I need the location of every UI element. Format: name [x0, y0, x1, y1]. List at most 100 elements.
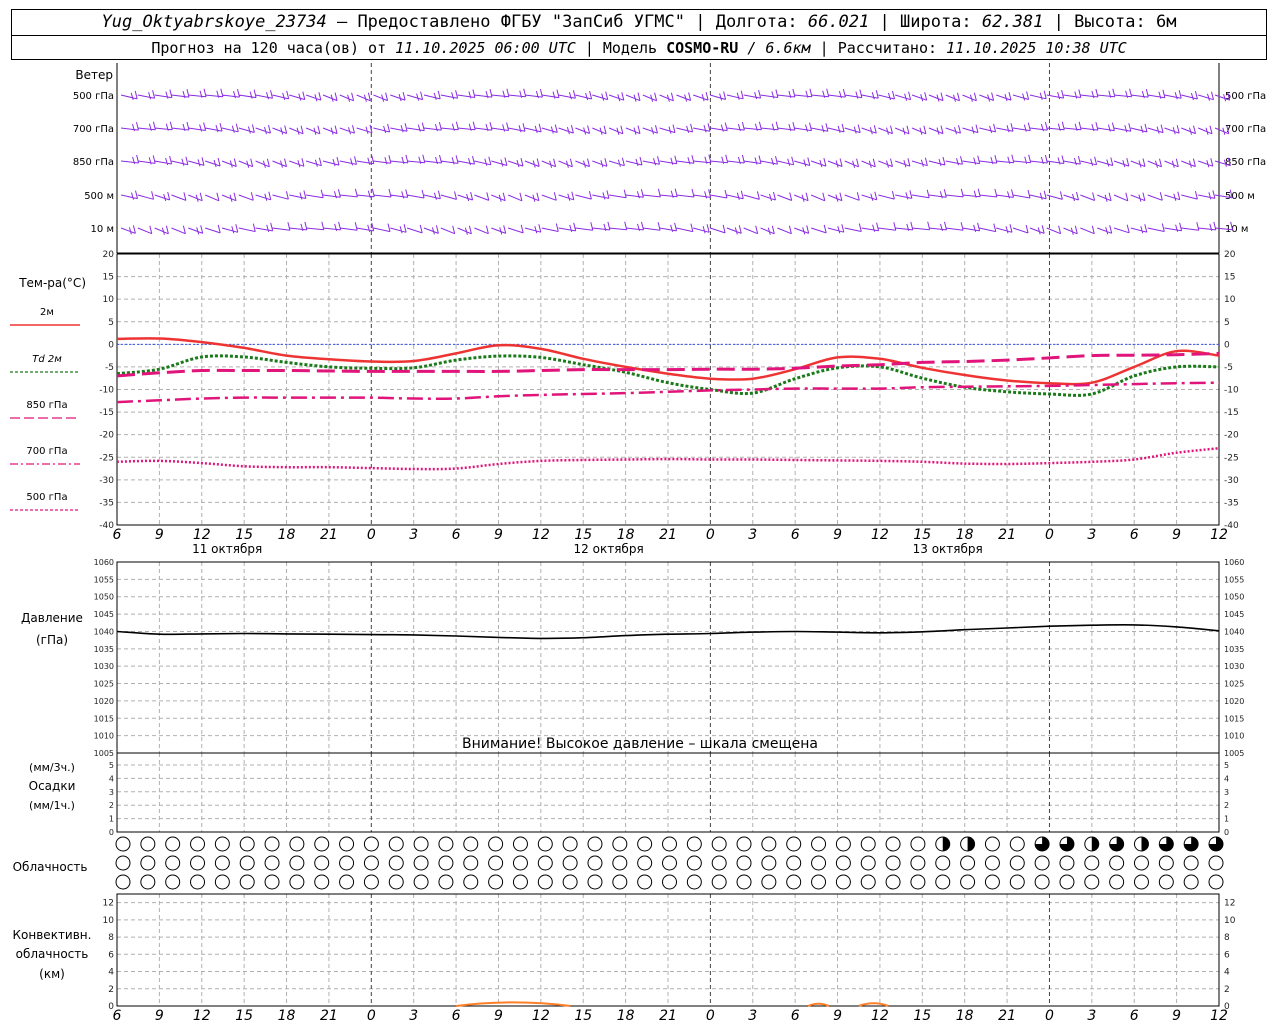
time-tick-label-bottom: 15	[913, 1008, 931, 1024]
cloud-circle	[562, 836, 578, 852]
y-tick-label-right: 4	[1224, 968, 1230, 978]
cloud-circle	[835, 855, 851, 871]
cloud-circle	[761, 836, 777, 852]
y-tick-label-right: 1060	[1224, 558, 1244, 567]
time-tick-label: 9	[833, 527, 842, 543]
time-tick-label: 15	[574, 527, 592, 543]
wind-level-label-right: 500 м	[1225, 191, 1255, 202]
time-tick-label: 6	[452, 527, 461, 543]
cloud-circle	[587, 874, 603, 890]
y-tick-label-right: 1015	[1224, 714, 1244, 723]
cloud-circle	[587, 855, 603, 871]
y-tick-label-left: 0	[108, 340, 114, 350]
cloud-fill	[967, 837, 975, 851]
temperature-series-3	[116, 381, 1220, 404]
cloud-circle	[1183, 855, 1199, 871]
cloud-circle	[736, 855, 752, 871]
y-tick-label-left: 1010	[94, 732, 114, 741]
y-tick-label-right: 5	[1224, 761, 1229, 770]
time-tick-label: 12	[532, 527, 550, 543]
precip-title: Осадки	[29, 779, 76, 793]
cloud-circle	[587, 836, 603, 852]
panel-border	[116, 752, 1220, 833]
y-tick-label-right: -5	[1224, 363, 1233, 373]
cloud-circle	[1009, 836, 1025, 852]
cloud-circle	[537, 874, 553, 890]
y-tick-label-left: 8	[108, 933, 114, 943]
cloud-circle	[239, 855, 255, 871]
cloud-circle	[289, 855, 305, 871]
temp-legend-label: 2м	[40, 307, 54, 318]
y-tick-label-left: -10	[99, 386, 114, 396]
cloud-circle	[1059, 855, 1075, 871]
cloud-circle	[512, 874, 528, 890]
time-tick-label-bottom: 3	[748, 1008, 757, 1024]
y-tick-label-left: 1	[109, 815, 114, 824]
cloud-circle	[438, 855, 454, 871]
time-tick-label-bottom: 9	[1172, 1008, 1181, 1024]
cloud-circle	[115, 874, 131, 890]
cloud-circle	[239, 874, 255, 890]
cloud-circle	[1009, 855, 1025, 871]
cloud-circle	[984, 874, 1000, 890]
convective-title-3: (км)	[39, 967, 65, 981]
time-tick-label-bottom: 15	[574, 1008, 592, 1024]
cloud-circle	[960, 855, 976, 871]
y-tick-label-right: 5	[1224, 318, 1230, 328]
y-tick-label-left: 0	[109, 828, 114, 837]
y-tick-label-left: 1050	[94, 593, 114, 602]
y-tick-label-left: 1005	[94, 749, 114, 758]
time-tick-label: 21	[998, 527, 1016, 543]
cloud-circle	[761, 855, 777, 871]
cloud-circle	[1109, 855, 1125, 871]
cloud-circle	[1133, 855, 1149, 871]
cloud-circle	[314, 874, 330, 890]
wind-barb-row	[120, 121, 1230, 135]
cloud-fill	[942, 836, 950, 851]
time-tick-label-bottom: 3	[409, 1008, 418, 1024]
cloud-circle	[1034, 855, 1050, 871]
time-tick-label: 9	[1172, 527, 1181, 543]
convective-title-1: Конвективн.	[13, 928, 92, 942]
y-tick-label-left: 4	[109, 774, 114, 783]
y-tick-label-left: 5	[108, 318, 114, 328]
time-tick-label: 9	[155, 527, 164, 543]
y-tick-label-left: 15	[103, 273, 114, 283]
cloud-circle	[1208, 874, 1224, 890]
cloud-circle	[984, 855, 1000, 871]
time-tick-label: 18	[617, 527, 635, 543]
cloud-circle	[1009, 874, 1025, 890]
time-tick-label: 0	[1045, 527, 1054, 543]
y-tick-label-left: -30	[99, 476, 114, 486]
y-tick-label-right: 1055	[1224, 575, 1244, 584]
y-tick-label-right: 3	[1224, 788, 1229, 797]
cloud-circle	[264, 874, 280, 890]
cloud-circle	[438, 874, 454, 890]
time-tick-label: 21	[659, 527, 677, 543]
wind-level-label-left: 10 м	[91, 224, 114, 235]
wind-level-label-right: 500 гПа	[1225, 91, 1266, 102]
cloud-circle	[463, 836, 479, 852]
cloud-circle	[413, 836, 429, 852]
cloud-circle	[214, 874, 230, 890]
convective-cloud-segment	[455, 1001, 571, 1007]
time-tick-label-bottom: 0	[1045, 1008, 1054, 1024]
time-tick-label-bottom: 6	[452, 1008, 461, 1024]
time-tick-label-bottom: 21	[320, 1008, 338, 1024]
y-tick-label-right: -10	[1224, 386, 1239, 396]
y-tick-label-right: 1050	[1224, 593, 1244, 602]
time-tick-label-bottom: 21	[659, 1008, 677, 1024]
cloud-circle	[612, 874, 628, 890]
cloud-circle	[910, 836, 926, 852]
wind-barbs: 500 гПа 500 гПа 700 гПа 700 гПа 850 гПа 850 г…	[73, 88, 1266, 235]
time-tick-label: 12	[193, 527, 211, 543]
y-tick-label-right: 1025	[1224, 680, 1244, 689]
y-tick-label-right: 1020	[1224, 697, 1244, 706]
cloud-circle	[463, 874, 479, 890]
y-tick-label-left: -5	[105, 363, 114, 373]
y-tick-label-right: -20	[1224, 431, 1239, 441]
cloud-circle	[1059, 874, 1075, 890]
cloud-circle	[960, 874, 976, 890]
cloud-circle	[811, 874, 827, 890]
cloud-circle	[115, 855, 131, 871]
